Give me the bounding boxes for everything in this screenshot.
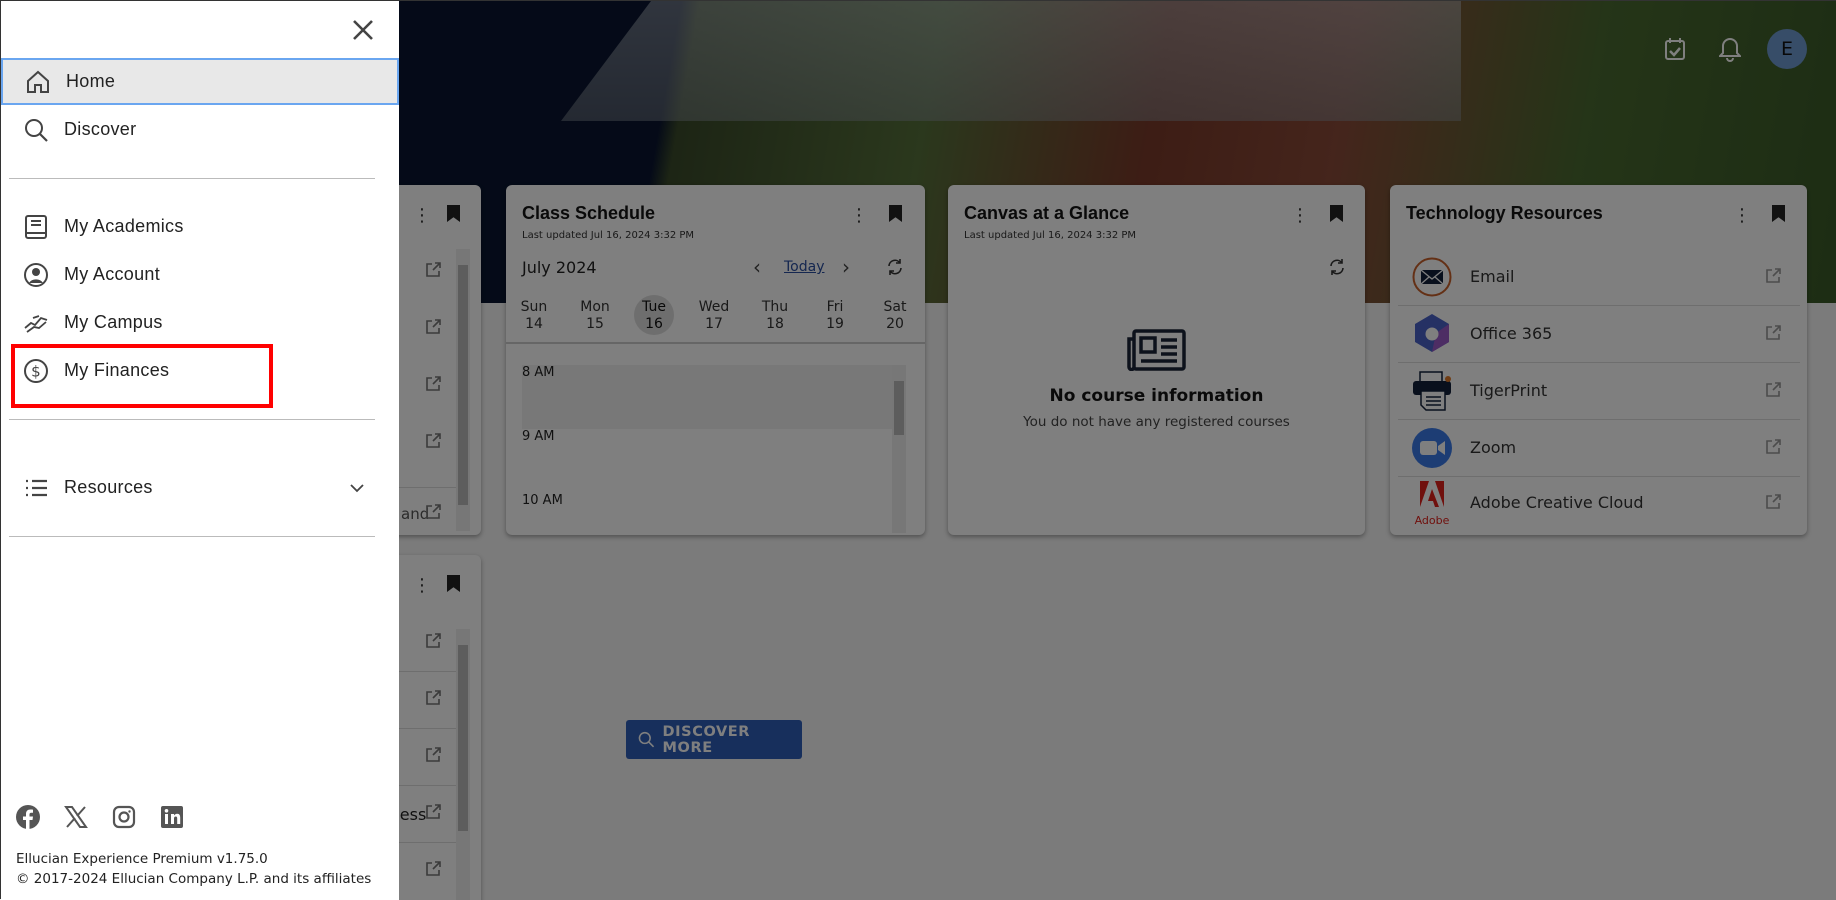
linkedin-icon[interactable] bbox=[160, 805, 184, 829]
day-wed[interactable]: Wed 17 bbox=[689, 299, 739, 333]
day-fri[interactable]: Fri 19 bbox=[810, 299, 860, 333]
day-sat[interactable]: Sat 20 bbox=[870, 299, 920, 333]
card-title: Canvas at a Glance bbox=[964, 203, 1130, 223]
last-updated: Last updated Jul 16, 2024 3:32 PM bbox=[964, 230, 1137, 241]
list-item-zoom[interactable]: Zoom bbox=[1390, 420, 1807, 476]
external-link-icon[interactable] bbox=[1765, 267, 1782, 284]
copyright-text: © 2017-2024 Ellucian Company L.P. and it… bbox=[16, 871, 372, 887]
email-icon bbox=[1412, 257, 1452, 297]
canvas-card: Canvas at a Glance Last updated Jul 16, … bbox=[948, 185, 1365, 535]
scrollbar[interactable] bbox=[892, 365, 906, 533]
search-icon bbox=[638, 731, 655, 748]
chevron-right-icon[interactable]: › bbox=[842, 255, 850, 279]
bookmark-icon[interactable] bbox=[1772, 205, 1785, 222]
empty-state-title: No course information bbox=[1049, 386, 1264, 406]
month-label: July 2024 bbox=[522, 258, 597, 277]
day-tue[interactable]: Tue 16 bbox=[629, 299, 679, 333]
avatar[interactable]: E bbox=[1767, 29, 1807, 69]
list-icon bbox=[26, 479, 47, 496]
external-link-icon[interactable] bbox=[425, 503, 442, 520]
sidebar-item-home[interactable]: Home bbox=[1, 58, 399, 105]
account-circle-icon bbox=[24, 262, 48, 287]
list-item-email[interactable]: Email bbox=[1390, 249, 1807, 305]
more-options-icon[interactable]: ⋮ bbox=[1733, 207, 1751, 225]
external-link-icon[interactable] bbox=[425, 261, 442, 278]
more-options-icon[interactable]: ⋮ bbox=[850, 207, 868, 225]
external-link-icon[interactable] bbox=[1765, 381, 1782, 398]
hour-label: 9 AM bbox=[522, 429, 555, 444]
external-link-icon[interactable] bbox=[425, 432, 442, 449]
sidebar-item-discover[interactable]: Discover bbox=[1, 106, 399, 153]
external-link-icon[interactable] bbox=[425, 803, 442, 820]
chevron-left-icon[interactable]: ‹ bbox=[753, 255, 761, 279]
bookmark-icon[interactable] bbox=[447, 205, 460, 222]
office-365-icon bbox=[1415, 314, 1449, 352]
scrollbar[interactable] bbox=[456, 629, 470, 900]
class-schedule-card: Class Schedule Last updated Jul 16, 2024… bbox=[506, 185, 925, 535]
adobe-icon bbox=[1420, 481, 1444, 507]
list-item-tigerprint[interactable]: TigerPrint bbox=[1390, 363, 1807, 419]
technology-resources-card: Technology Resources ⋮ Email Office 365 … bbox=[1390, 185, 1807, 535]
external-link-icon[interactable] bbox=[425, 375, 442, 392]
day-mon[interactable]: Mon 15 bbox=[570, 299, 620, 333]
bell-icon[interactable] bbox=[1719, 36, 1741, 62]
external-link-icon[interactable] bbox=[425, 318, 442, 335]
sidebar-item-my-campus[interactable]: My Campus bbox=[1, 299, 399, 346]
external-link-icon[interactable] bbox=[425, 689, 442, 706]
day-sun[interactable]: Sun 14 bbox=[509, 299, 559, 333]
handshake-icon bbox=[24, 314, 48, 333]
refresh-icon[interactable] bbox=[886, 258, 904, 276]
instagram-icon[interactable] bbox=[112, 805, 136, 829]
navigation-drawer: Home Discover My Academics My Account My… bbox=[1, 1, 399, 900]
bookmark-icon[interactable] bbox=[1330, 205, 1343, 222]
facebook-icon[interactable] bbox=[16, 805, 40, 829]
version-text: Ellucian Experience Premium v1.75.0 bbox=[16, 851, 268, 867]
card-title: Technology Resources bbox=[1406, 203, 1603, 223]
external-link-icon[interactable] bbox=[1765, 438, 1782, 455]
printer-icon bbox=[1413, 371, 1451, 411]
last-updated: Last updated Jul 16, 2024 3:32 PM bbox=[522, 230, 695, 241]
discover-more-button[interactable]: DISCOVER MORE bbox=[626, 720, 802, 759]
list-item-adobe-creative-cloud[interactable]: Adobe Adobe Creative Cloud bbox=[1390, 477, 1807, 535]
bookmark-icon[interactable] bbox=[447, 575, 460, 592]
close-icon[interactable] bbox=[352, 19, 374, 41]
sidebar-item-my-account[interactable]: My Account bbox=[1, 251, 399, 298]
empty-state-text: You do not have any registered courses bbox=[1023, 414, 1290, 430]
time-slot bbox=[522, 365, 897, 429]
external-link-icon[interactable] bbox=[1765, 324, 1782, 341]
newspaper-icon bbox=[1127, 329, 1186, 371]
sidebar-item-resources[interactable]: Resources bbox=[1, 464, 399, 511]
chevron-down-icon[interactable] bbox=[349, 480, 365, 496]
x-icon[interactable] bbox=[64, 805, 88, 829]
today-link[interactable]: Today bbox=[784, 259, 825, 275]
hour-label: 8 AM bbox=[522, 365, 555, 380]
refresh-icon[interactable] bbox=[1328, 258, 1346, 276]
search-icon bbox=[25, 118, 48, 142]
sidebar-item-my-academics[interactable]: My Academics bbox=[1, 203, 399, 250]
more-options-icon[interactable]: ⋮ bbox=[1291, 207, 1309, 225]
external-link-icon[interactable] bbox=[1765, 493, 1782, 510]
list-item-office-365[interactable]: Office 365 bbox=[1390, 306, 1807, 362]
book-icon bbox=[25, 214, 47, 239]
home-icon bbox=[27, 70, 49, 93]
hour-label: 10 AM bbox=[522, 493, 563, 508]
more-options-icon[interactable]: ⋮ bbox=[413, 207, 431, 225]
day-thu[interactable]: Thu 18 bbox=[750, 299, 800, 333]
calendar-check-icon[interactable] bbox=[1664, 37, 1686, 61]
more-options-icon[interactable]: ⋮ bbox=[413, 577, 431, 595]
zoom-icon bbox=[1412, 428, 1452, 468]
external-link-icon[interactable] bbox=[425, 860, 442, 877]
highlight-box bbox=[11, 344, 273, 408]
external-link-icon[interactable] bbox=[425, 746, 442, 763]
card-title: Class Schedule bbox=[522, 203, 656, 223]
external-link-icon[interactable] bbox=[425, 632, 442, 649]
scrollbar[interactable] bbox=[456, 249, 470, 531]
bookmark-icon[interactable] bbox=[889, 205, 902, 222]
